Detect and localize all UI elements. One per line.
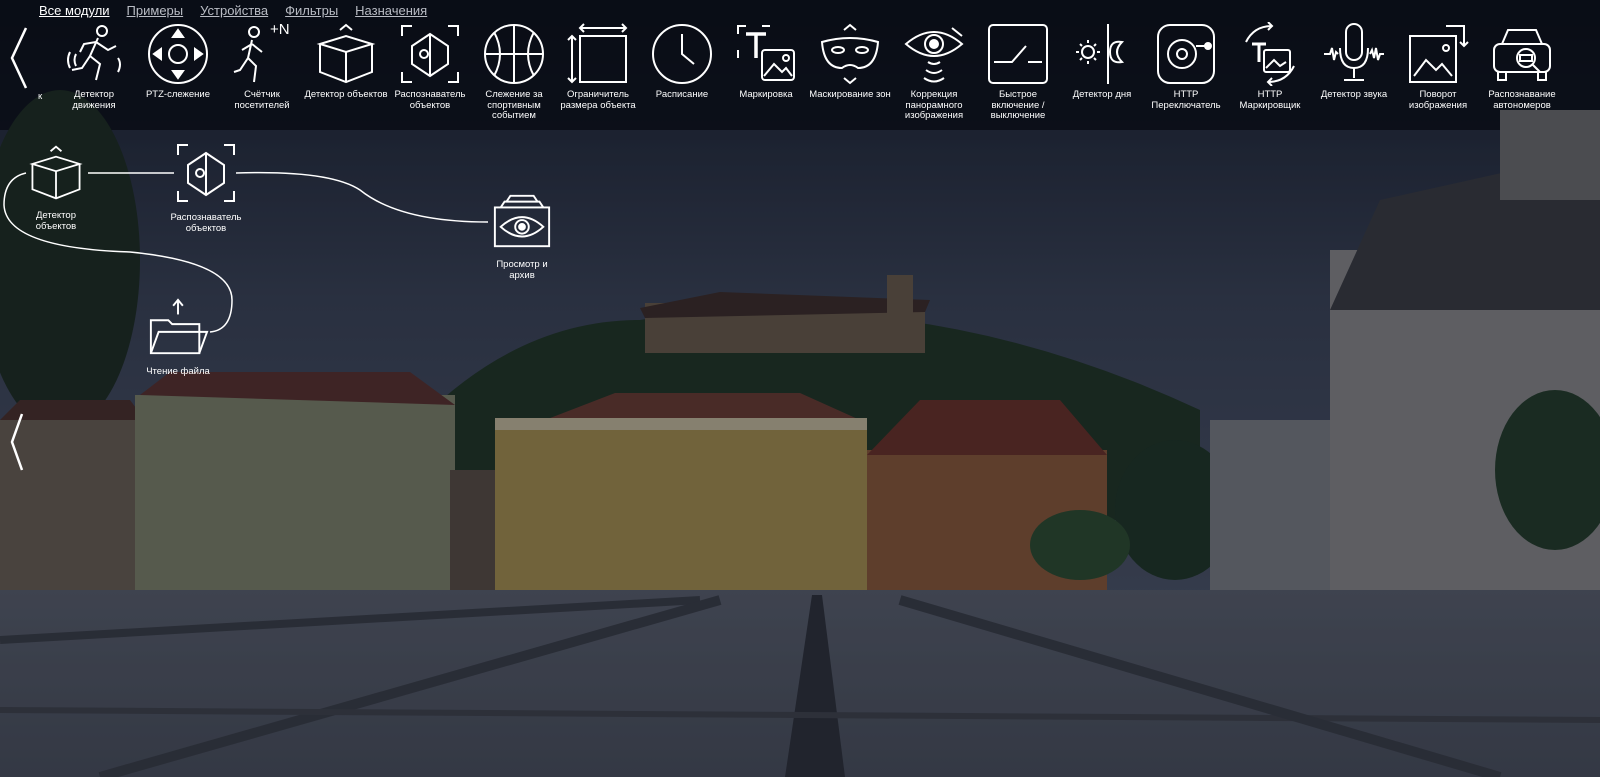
palette-item-schedule[interactable]: Расписание — [640, 22, 724, 101]
tab-examples[interactable]: Примеры — [127, 3, 184, 21]
node-object-detector[interactable]: Детектор объектов — [16, 143, 96, 232]
palette-item-day-detector[interactable]: Детектор дня — [1060, 22, 1144, 101]
palette-item-plate-recognition[interactable]: Распознавание автономеров — [1480, 22, 1564, 111]
palette-item-motion-detector[interactable]: Детектор движения — [52, 22, 136, 111]
palette-item-label: Поворот изображения — [1408, 89, 1468, 111]
palette-item-object-recognizer[interactable]: Распознаватель объектов — [388, 22, 472, 111]
view-archive-icon — [493, 194, 551, 248]
palette-item-label: Расписание — [655, 89, 709, 100]
wire-recognizer-to-archive[interactable] — [235, 171, 489, 223]
palette-item-label: HTTP Маркировщик — [1239, 89, 1301, 111]
palette-item-label: Маскирование зон — [809, 89, 891, 100]
object-recognizer-icon — [177, 144, 235, 202]
palette-item-label: Детектор дня — [1072, 89, 1132, 100]
node-view-archive[interactable]: Просмотр и архив — [484, 190, 560, 281]
palette-item-ptz-tracking[interactable]: PTZ-слежение — [136, 22, 220, 101]
box-icon — [29, 145, 83, 200]
palette-item-sport-tracking[interactable]: Слежение за спортивным событием — [472, 22, 556, 122]
palette-item-label: Детектор движения — [72, 89, 116, 111]
node-object-recognizer[interactable]: Распознаватель объектов — [166, 141, 246, 234]
palette-item-label: Детектор объектов — [304, 89, 388, 100]
chevron-left-icon — [10, 413, 24, 471]
palette-item-label: PTZ-слежение — [145, 89, 211, 100]
tab-devices[interactable]: Устройства — [200, 3, 268, 21]
node-label: Распознаватель объектов — [170, 212, 242, 234]
palette-scroll-left-button[interactable] — [8, 26, 30, 95]
upload-folder-icon — [149, 298, 209, 355]
node-label: Просмотр и архив — [496, 259, 548, 281]
eye-correction-icon — [904, 27, 964, 83]
switch-icon — [988, 24, 1048, 84]
ptz-joystick-icon — [148, 24, 208, 84]
tab-all-modules[interactable]: Все модули — [39, 3, 110, 21]
text-marker-icon — [737, 25, 795, 81]
size-limiter-icon — [567, 23, 628, 84]
palette-item-label: HTTP Переключатель — [1151, 89, 1221, 111]
tab-filters[interactable]: Фильтры — [285, 3, 338, 21]
palette-item-label: Коррекция панорамного изображения — [904, 89, 964, 121]
palette-item-label: Ограничитель размера объекта — [560, 89, 636, 111]
category-tabs: Все модули Примеры Устройства Фильтры На… — [39, 3, 444, 21]
basketball-icon — [484, 24, 544, 84]
palette-item-size-limiter[interactable]: Ограничитель размера объекта — [556, 22, 640, 111]
palette-item-object-detector[interactable]: Детектор объектов — [304, 22, 388, 101]
car-plate-icon — [1493, 29, 1551, 81]
palette-item-http-switch[interactable]: HTTP Переключатель — [1144, 22, 1228, 111]
palette-item-label: Слежение за спортивным событием — [485, 89, 543, 121]
palette-item-label: Счётчик посетителей — [234, 89, 290, 111]
palette-item-http-marker[interactable]: HTTP Маркировщик — [1228, 22, 1312, 111]
node-label: Чтение файла — [146, 366, 210, 377]
palette-item-label: Детектор звука — [1320, 89, 1388, 100]
http-marker-icon — [1245, 22, 1295, 86]
chevron-left-icon — [10, 27, 28, 89]
running-man-icon — [67, 25, 121, 81]
rotate-image-icon — [1409, 25, 1469, 83]
clock-icon — [652, 24, 712, 84]
palette-item-sound-detector[interactable]: Детектор звука — [1312, 22, 1396, 101]
http-switch-icon — [1157, 24, 1215, 84]
palette-item-label: Быстрое включение / выключение — [990, 89, 1046, 121]
palette-item-visitor-counter[interactable]: +N Счётчик посетителей — [220, 21, 304, 111]
palette-item-panorama-correction[interactable]: Коррекция панорамного изображения — [892, 22, 976, 122]
tab-destinations[interactable]: Назначения — [355, 3, 427, 21]
palette-item-marking[interactable]: Маркировка — [724, 22, 808, 101]
palette-item-label: Маркировка — [739, 89, 793, 100]
palette-item-label: Распознаватель объектов — [394, 89, 466, 111]
palette-item-zone-masking[interactable]: Маскирование зон — [808, 22, 892, 101]
mask-icon — [820, 23, 880, 85]
palette-item-rotate-image[interactable]: Поворот изображения — [1396, 22, 1480, 111]
microphone-icon — [1324, 23, 1384, 81]
palette-item-label: Распознавание автономеров — [1488, 89, 1556, 111]
node-file-reader[interactable]: Чтение файла — [140, 297, 216, 378]
palette-item-partial-label: к — [38, 91, 43, 102]
day-night-icon — [1076, 24, 1125, 84]
box-icon — [316, 23, 376, 84]
counter-badge: +N — [270, 21, 290, 38]
node-label: Детектор объектов — [35, 210, 77, 232]
palette-item-quick-switch[interactable]: Быстрое включение / выключение — [976, 22, 1060, 122]
canvas-collapse-button[interactable] — [8, 412, 26, 477]
object-recognizer-icon — [401, 25, 459, 83]
